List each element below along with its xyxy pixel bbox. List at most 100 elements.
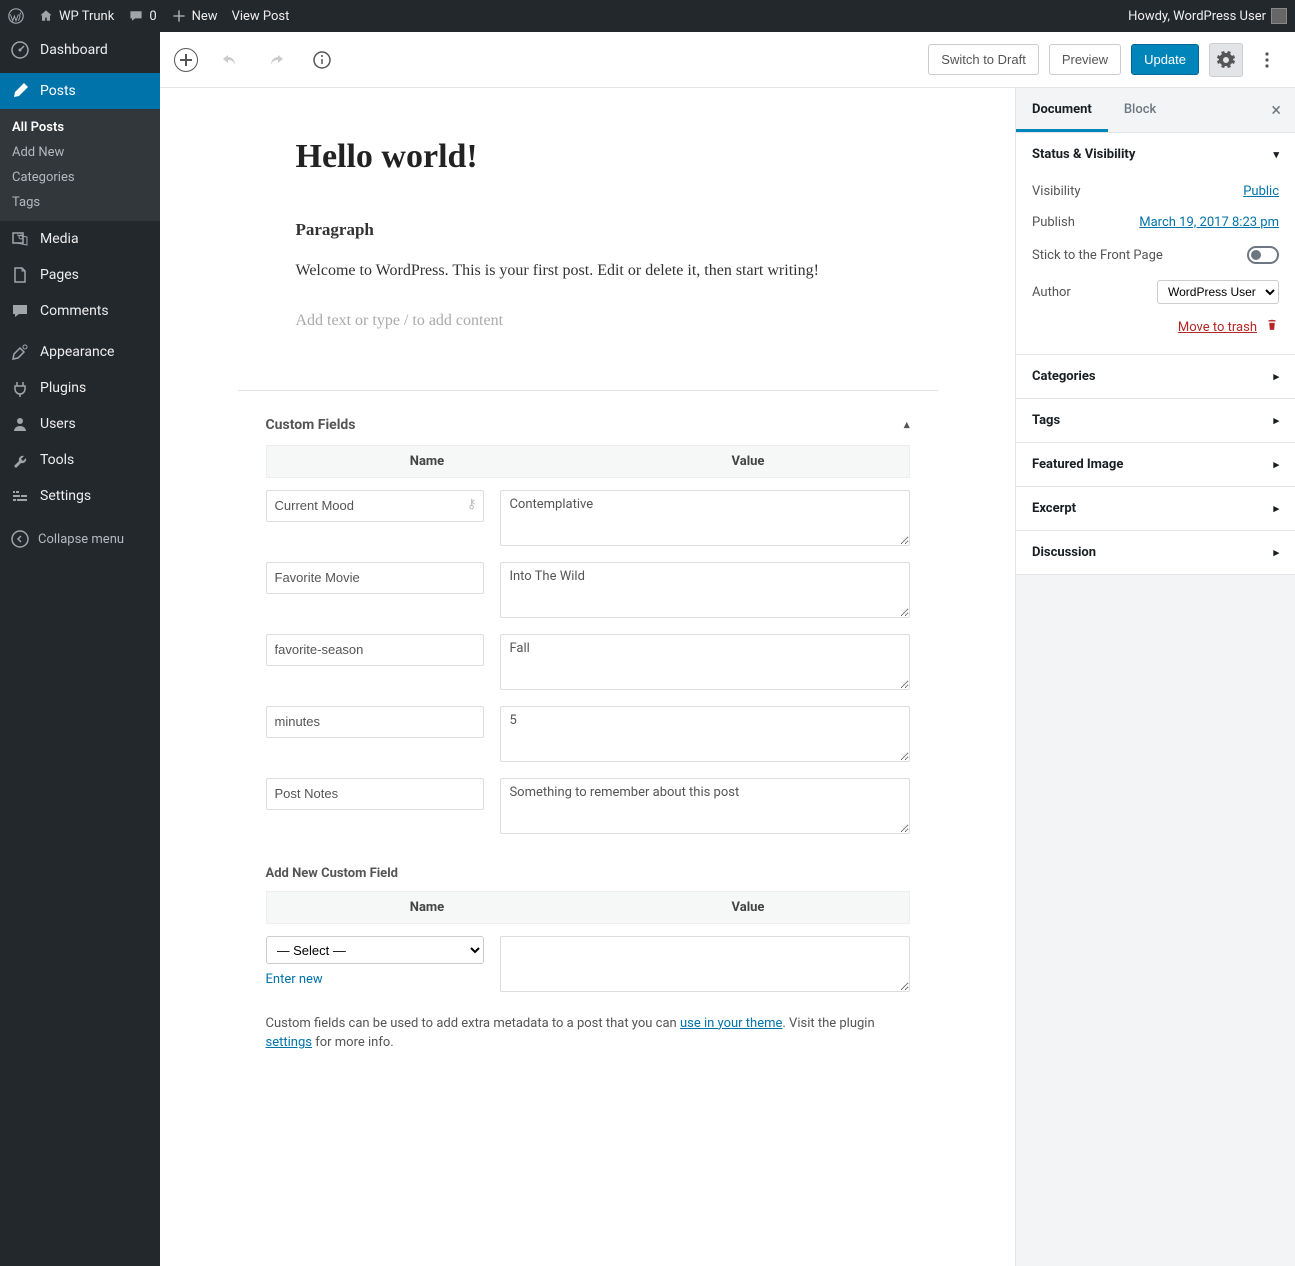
chevron-right-icon: ▸ (1273, 370, 1279, 383)
sidebar-sub-all-posts[interactable]: All Posts (0, 115, 160, 140)
panel-status-toggle[interactable]: Status & Visibility▾ (1016, 133, 1295, 176)
panel-discussion[interactable]: Discussion▸ (1016, 531, 1295, 574)
more-icon (1265, 50, 1269, 70)
editor-canvas: Hello world! Paragraph Welcome to WordPr… (160, 88, 1015, 1266)
editor-main: Switch to Draft Preview Update Hello wor… (160, 32, 1295, 1266)
chevron-right-icon: ▸ (1273, 546, 1279, 559)
paragraph-heading[interactable]: Paragraph (296, 220, 880, 240)
cf-header: Name Value (266, 445, 910, 478)
publish-value[interactable]: March 19, 2017 8:23 pm (1139, 215, 1279, 230)
sidebar-item-users[interactable]: Users (0, 406, 160, 442)
cf-name-select[interactable]: — Select — (266, 936, 485, 964)
post-title[interactable]: Hello world! (296, 138, 880, 176)
stick-toggle[interactable] (1247, 246, 1279, 264)
settings-link[interactable]: settings (266, 1035, 312, 1050)
panel-tags[interactable]: Tags▸ (1016, 399, 1295, 442)
add-block-button[interactable] (174, 48, 198, 72)
chevron-down-icon: ▾ (1273, 148, 1279, 161)
tab-block[interactable]: Block (1108, 88, 1172, 132)
redo-button[interactable] (262, 46, 290, 74)
publish-label: Publish (1032, 215, 1075, 230)
move-to-trash[interactable]: Move to trash (1178, 320, 1257, 335)
cf-value-input[interactable]: Into The Wild (500, 562, 909, 618)
chevron-right-icon: ▸ (1273, 458, 1279, 471)
sidebar-item-pages[interactable]: Pages (0, 257, 160, 293)
cf-add-header: Name Value (266, 891, 910, 924)
settings-button[interactable] (1209, 43, 1243, 77)
comments-link[interactable]: 0 (128, 8, 156, 24)
custom-fields-toggle[interactable]: Custom Fields▴ (266, 409, 910, 445)
author-select[interactable]: WordPress User (1157, 280, 1279, 304)
cf-name-input[interactable] (266, 706, 485, 738)
cf-value-input[interactable]: Something to remember about this post (500, 778, 909, 834)
cf-help-text: Custom fields can be used to add extra m… (266, 1014, 910, 1053)
cf-row: Fall (266, 634, 910, 694)
stick-label: Stick to the Front Page (1032, 248, 1163, 263)
info-button[interactable] (308, 46, 336, 74)
visibility-value[interactable]: Public (1243, 184, 1279, 199)
panel-status: Status & Visibility▾ Visibility Public Pu… (1016, 133, 1295, 355)
posts-submenu: All Posts Add New Categories Tags (0, 109, 160, 221)
visibility-label: Visibility (1032, 184, 1081, 199)
sidebar-item-appearance[interactable]: Appearance (0, 334, 160, 370)
undo-button[interactable] (216, 46, 244, 74)
chevron-right-icon: ▸ (1273, 414, 1279, 427)
sidebar-sub-add-new[interactable]: Add New (0, 140, 160, 165)
doc-tabs: Document Block × (1016, 88, 1295, 133)
cf-value-input[interactable]: 5 (500, 706, 909, 762)
admin-bar: WP Trunk 0 New View Post Howdy, WordPres… (0, 0, 1295, 32)
cf-name-input[interactable] (266, 778, 485, 810)
sidebar-sub-tags[interactable]: Tags (0, 190, 160, 215)
cf-row: 5 (266, 706, 910, 766)
wp-logo[interactable] (8, 8, 24, 24)
sidebar-sub-categories[interactable]: Categories (0, 165, 160, 190)
avatar (1271, 8, 1287, 24)
panel-featured-image[interactable]: Featured Image▸ (1016, 443, 1295, 486)
cf-row: Into The Wild (266, 562, 910, 622)
new-label: New (192, 9, 218, 24)
cf-name-input[interactable] (266, 490, 485, 522)
more-button[interactable] (1253, 43, 1281, 77)
sidebar-item-posts[interactable]: Posts (0, 73, 160, 109)
cf-name-input[interactable] (266, 562, 485, 594)
custom-fields-panel: Custom Fields▴ Name Value ⚷Contemplative… (266, 409, 910, 1053)
sidebar-item-comments[interactable]: Comments (0, 293, 160, 329)
comments-count: 0 (149, 9, 156, 24)
gear-icon (1216, 50, 1236, 70)
new-link[interactable]: New (171, 8, 218, 24)
switch-to-draft-button[interactable]: Switch to Draft (928, 44, 1039, 75)
cf-col-value: Value (588, 446, 909, 477)
caret-up-icon: ▴ (904, 418, 910, 431)
close-icon: × (1271, 100, 1281, 121)
sidebar-item-plugins[interactable]: Plugins (0, 370, 160, 406)
close-sidebar-button[interactable]: × (1257, 100, 1295, 121)
chevron-right-icon: ▸ (1273, 502, 1279, 515)
cf-value-input[interactable]: Fall (500, 634, 909, 690)
sidebar-item-settings[interactable]: Settings (0, 478, 160, 514)
update-button[interactable]: Update (1131, 44, 1199, 75)
editor-toolbar: Switch to Draft Preview Update (160, 32, 1295, 88)
preview-button[interactable]: Preview (1049, 44, 1121, 75)
document-sidebar: Document Block × Status & Visibility▾ Vi… (1015, 88, 1295, 1266)
trash-icon (1265, 318, 1279, 336)
site-link[interactable]: WP Trunk (38, 8, 114, 24)
panel-excerpt[interactable]: Excerpt▸ (1016, 487, 1295, 530)
cf-col-name: Name (267, 446, 588, 477)
site-name: WP Trunk (59, 9, 114, 24)
add-content-placeholder[interactable]: Add text or type / to add content (296, 312, 880, 330)
cf-name-input[interactable] (266, 634, 485, 666)
sidebar-item-tools[interactable]: Tools (0, 442, 160, 478)
cf-new-value[interactable] (500, 936, 909, 992)
view-post-link[interactable]: View Post (232, 9, 290, 24)
cf-value-input[interactable]: Contemplative (500, 490, 909, 546)
panel-categories[interactable]: Categories▸ (1016, 355, 1295, 398)
collapse-menu[interactable]: Collapse menu (0, 519, 160, 559)
cf-row: ⚷Contemplative (266, 490, 910, 550)
paragraph-block[interactable]: Welcome to WordPress. This is your first… (296, 258, 880, 284)
tab-document[interactable]: Document (1016, 88, 1108, 132)
theme-link[interactable]: use in your theme (680, 1016, 782, 1031)
enter-new-link[interactable]: Enter new (266, 972, 323, 987)
sidebar-item-dashboard[interactable]: Dashboard (0, 32, 160, 68)
howdy-link[interactable]: Howdy, WordPress User (1128, 8, 1287, 24)
sidebar-item-media[interactable]: Media (0, 221, 160, 257)
